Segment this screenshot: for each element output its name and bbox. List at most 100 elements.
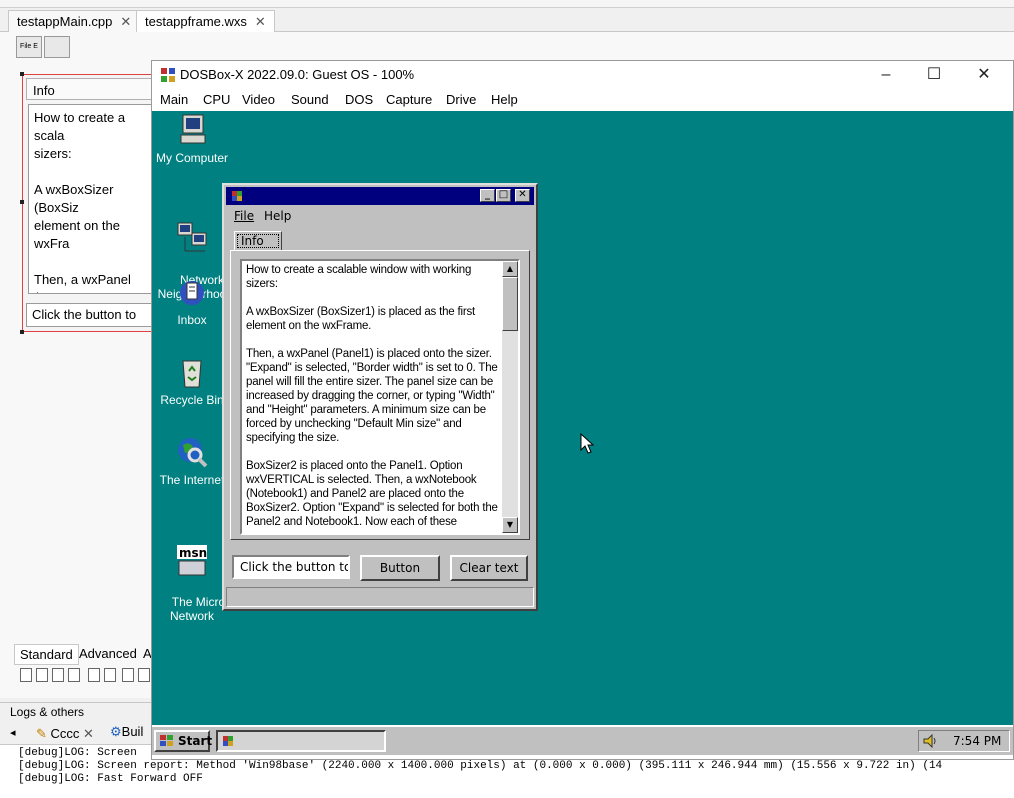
win98-taskbar: Start 7:54 PM — [152, 725, 1013, 755]
tab-advanced[interactable]: Advanced — [74, 644, 142, 663]
palette-tabs: Standard Advanced A — [12, 644, 152, 666]
windows-logo-icon — [160, 735, 173, 746]
mouse-cursor-icon — [580, 433, 594, 454]
widget-icon[interactable] — [20, 668, 32, 682]
palette-icons — [12, 667, 152, 687]
menu-dos[interactable]: DOS — [345, 92, 373, 107]
computer-icon — [180, 114, 206, 144]
checkbox-widget-icon[interactable] — [104, 668, 116, 682]
app-icon — [232, 191, 242, 201]
tab-label: Buil — [121, 724, 144, 739]
close-icon[interactable]: ✕ — [83, 726, 94, 741]
vertical-scrollbar[interactable]: ▲ ▼ — [502, 261, 518, 533]
desktop-icon-msn[interactable]: msn The Microsof Network — [152, 515, 241, 637]
menu-sound[interactable]: Sound — [291, 92, 329, 107]
desktop-icon-internet[interactable]: The Internet — [152, 435, 232, 487]
speaker-icon[interactable] — [922, 734, 938, 748]
maximize-button[interactable]: □ — [496, 189, 511, 202]
widget-icon[interactable] — [138, 668, 150, 682]
inbox-icon — [180, 281, 204, 305]
svg-text:msn: msn — [179, 546, 207, 560]
desktop-icon-label: Inbox — [177, 313, 207, 327]
menu-capture[interactable]: Capture — [386, 92, 432, 107]
scroll-thumb[interactable] — [502, 277, 518, 331]
tab-testappmain-cpp[interactable]: testappMain.cpp ✕ — [8, 10, 141, 32]
designer-info-tab-label: Info — [33, 83, 55, 98]
desktop-icon-label: My Computer — [155, 151, 229, 165]
designer-frame-button[interactable] — [44, 36, 70, 58]
close-icon[interactable]: ✕ — [120, 14, 131, 29]
menu-cpu[interactable]: CPU — [203, 92, 230, 107]
tab-label: testappMain.cpp — [17, 14, 113, 29]
log-line: [debug]LOG: Screen report: Method 'Win98… — [18, 760, 943, 772]
widget-icon[interactable] — [52, 668, 64, 682]
ide-editor-tabs: testappMain.cpp ✕ testappframe.wxs ✕ — [0, 8, 1014, 32]
widget-icon[interactable] — [88, 668, 100, 682]
clear-text-button[interactable]: Clear text — [450, 555, 528, 581]
close-button[interactable]: ✕ — [961, 61, 1007, 89]
app-icon — [223, 736, 233, 746]
desktop-icon-recycle-bin[interactable]: Recycle Bin — [152, 355, 232, 407]
widget-icon[interactable] — [122, 668, 134, 682]
logs-tabs: ◂ ✎ Cccc ✕ ⚙Buil — [0, 722, 152, 746]
button[interactable]: Button — [360, 555, 440, 581]
minimize-button[interactable]: – — [863, 61, 909, 89]
gear-icon: ⚙ — [110, 724, 122, 739]
network-icon — [177, 222, 207, 252]
desktop-icon-my-computer[interactable]: My Computer — [152, 113, 232, 165]
maximize-button[interactable]: ☐ — [911, 61, 957, 89]
menu-help[interactable]: Help — [264, 209, 291, 223]
dosbox-titlebar[interactable]: DOSBox-X 2022.09.0: Guest OS - 100% – ☐ … — [152, 61, 1013, 89]
start-label: Start — [178, 734, 213, 748]
tab-info[interactable]: Info — [234, 231, 282, 251]
widget-icon[interactable] — [36, 668, 48, 682]
win98-desktop[interactable]: My Computer Network Neighborhoo Inbox Re… — [152, 111, 1013, 725]
text-input[interactable]: Click the button to — [232, 555, 350, 579]
selection-handle[interactable] — [20, 330, 24, 334]
desktop-icon-inbox[interactable]: Inbox — [152, 275, 232, 327]
info-textarea[interactable]: How to create a scalable window with wor… — [240, 259, 520, 535]
internet-icon — [178, 438, 208, 468]
dosbox-window: DOSBox-X 2022.09.0: Guest OS - 100% – ☐ … — [151, 60, 1014, 760]
tab-testappframe-wxs[interactable]: testappframe.wxs ✕ — [136, 10, 275, 32]
app-window: _ □ ✕ File Help Info How to create a sca… — [222, 183, 538, 611]
app-menubar: File Help — [226, 207, 534, 225]
pencil-icon: ✎ — [36, 726, 47, 741]
scroll-up-icon[interactable]: ▲ — [502, 261, 518, 277]
tab-cccc[interactable]: ✎ Cccc ✕ — [36, 726, 94, 742]
notebook-panel: How to create a scalable window with wor… — [230, 250, 530, 540]
selection-handle[interactable] — [20, 200, 24, 204]
menu-video[interactable]: Video — [242, 92, 275, 107]
start-button[interactable]: Start — [154, 730, 213, 752]
dosbox-menubar: Main CPU Video Sound DOS Capture Drive H… — [152, 89, 1013, 111]
close-button[interactable]: ✕ — [515, 189, 530, 202]
designer-text-preview: How to create a scala sizers: A wxBoxSiz… — [28, 104, 152, 294]
dosbox-title: DOSBox-X 2022.09.0: Guest OS - 100% — [180, 67, 415, 82]
scroll-down-icon[interactable]: ▼ — [502, 517, 518, 533]
designer-info-tab[interactable]: Info — [26, 78, 154, 100]
tab-label: testappframe.wxs — [145, 14, 247, 29]
desktop-icon-label: The Internet — [159, 473, 225, 487]
designer-file-button[interactable]: File E — [16, 36, 42, 58]
menu-main[interactable]: Main — [160, 92, 188, 107]
menu-file[interactable]: File — [234, 209, 254, 223]
info-text: How to create a scalable window with wor… — [246, 264, 498, 528]
tab-standard[interactable]: Standard — [14, 644, 79, 665]
minimize-button[interactable]: _ — [480, 189, 495, 202]
msn-icon: msn — [177, 545, 207, 576]
widget-icon[interactable] — [68, 668, 80, 682]
selection-handle[interactable] — [20, 72, 24, 76]
dosbox-logo-icon — [161, 68, 175, 82]
status-bar — [226, 587, 534, 607]
taskbar-app-button[interactable] — [216, 730, 386, 752]
scroll-left-icon[interactable]: ◂ — [10, 726, 16, 739]
close-icon[interactable]: ✕ — [255, 14, 266, 29]
designer-file-label: File E — [20, 43, 38, 50]
menu-drive[interactable]: Drive — [446, 92, 476, 107]
tab-build[interactable]: ⚙Buil — [110, 724, 143, 740]
menu-help[interactable]: Help — [491, 92, 518, 107]
ide-top-toolbar — [0, 0, 1014, 8]
clock[interactable]: 7:54 PM — [953, 731, 1001, 751]
app-titlebar[interactable]: _ □ ✕ — [226, 187, 534, 205]
desktop-icon-label: Recycle Bin — [160, 393, 224, 407]
